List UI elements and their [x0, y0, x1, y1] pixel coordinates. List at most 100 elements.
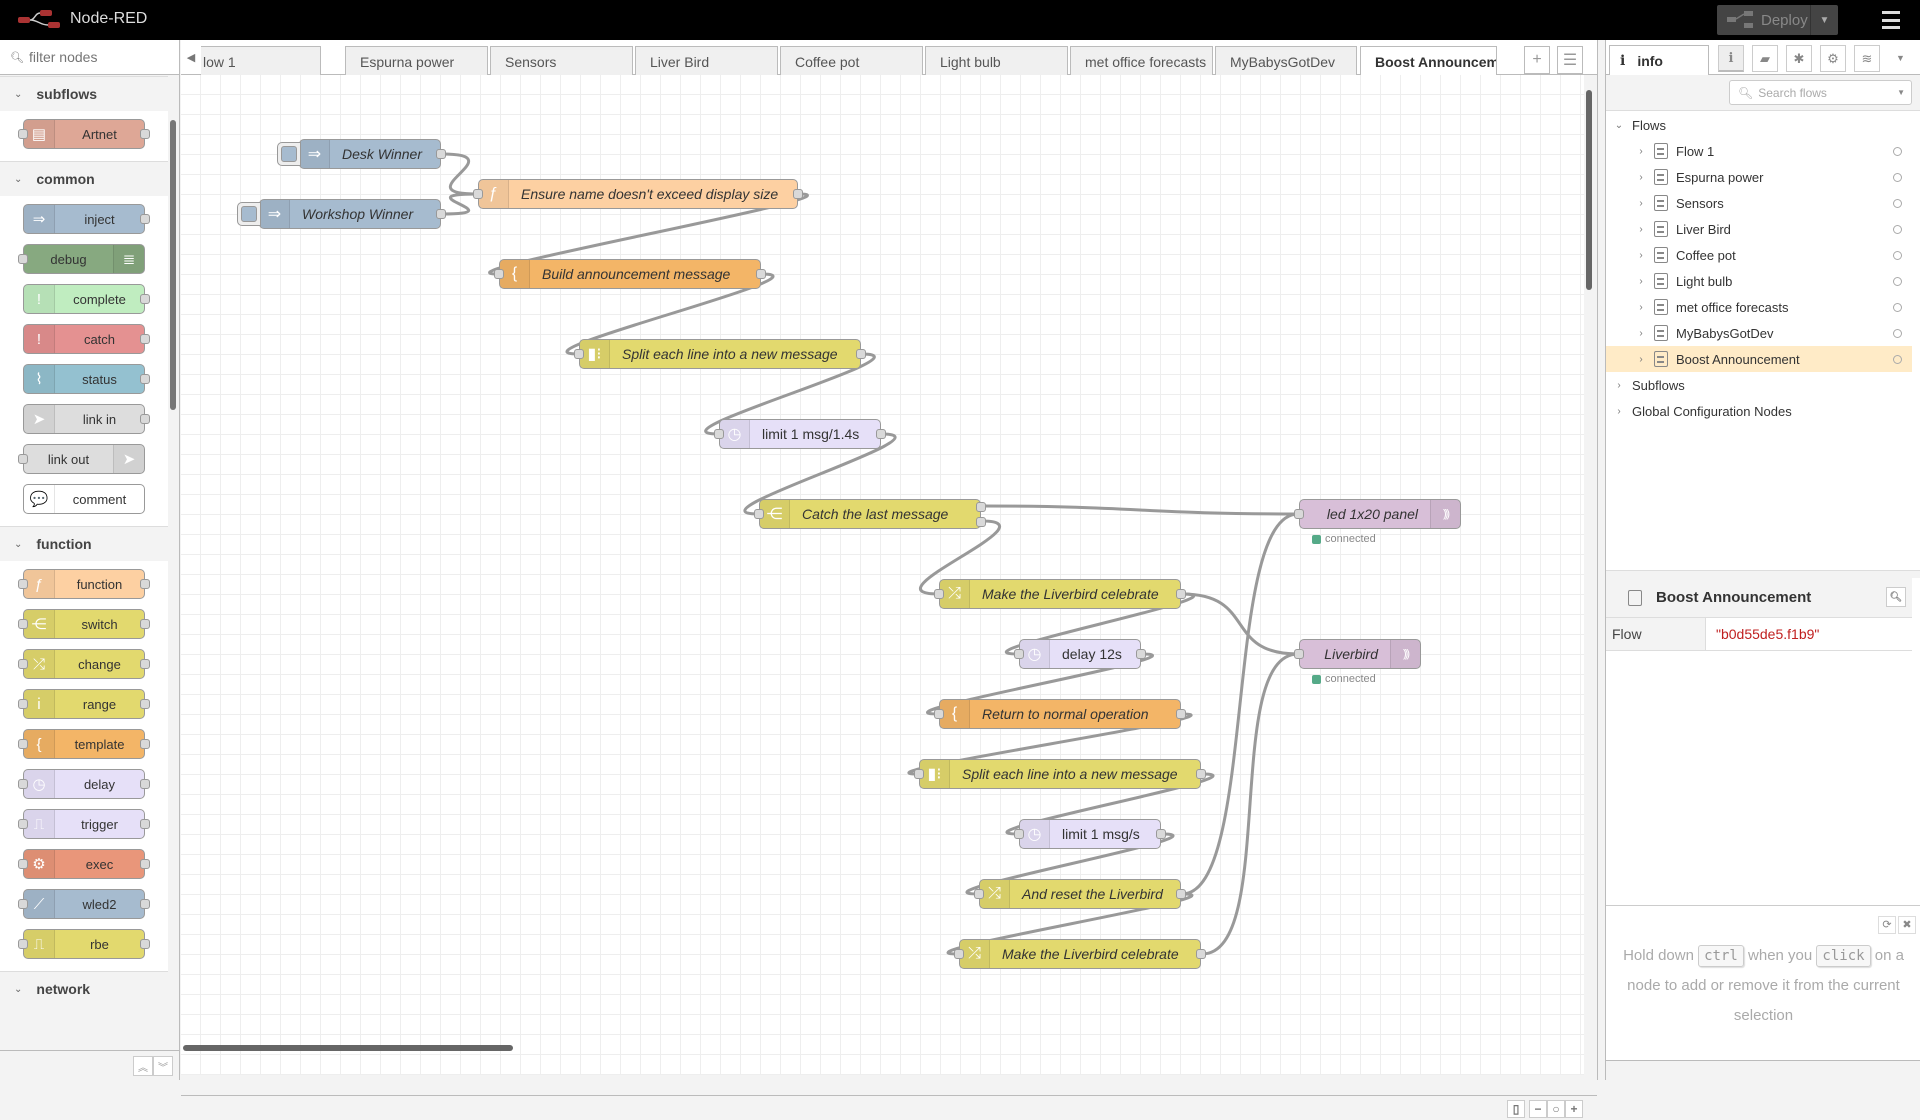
tree-flow-item[interactable]: › Light bulb	[1606, 268, 1912, 294]
flow-enabled-icon[interactable]	[1893, 198, 1902, 208]
tree-flow-item[interactable]: › Coffee pot	[1606, 242, 1912, 268]
palette-category-function[interactable]: ⌄ function	[0, 526, 168, 561]
chevron-right-icon[interactable]: ›	[1632, 328, 1650, 339]
flow-enabled-icon[interactable]	[1893, 172, 1902, 182]
palette-node-status[interactable]: ⌇ status	[23, 364, 150, 394]
input-port[interactable]	[914, 769, 924, 779]
flow-enabled-icon[interactable]	[1893, 250, 1902, 260]
tree-flow-item[interactable]: › Flow 1	[1606, 138, 1912, 164]
flow-node-template[interactable]: {Build announcement message	[494, 259, 766, 289]
flow-node-switch[interactable]: ⋲ Catch the last message	[754, 499, 986, 529]
zoom-reset-button[interactable]: ○	[1547, 1100, 1565, 1118]
palette-node-debug[interactable]: debug ≣	[18, 244, 145, 274]
palette-node-delay[interactable]: ◷ delay	[18, 769, 150, 799]
info-tab-button[interactable]: i	[1718, 45, 1744, 72]
palette-node-switch[interactable]: ⋲ switch	[18, 609, 150, 639]
output-port[interactable]	[436, 149, 446, 159]
flow-node-change[interactable]: ⤮ Make the Liverbird celebrate	[954, 939, 1206, 969]
context-tab-button[interactable]: ≋	[1854, 45, 1880, 72]
tab-scroll-left-icon[interactable]: ◀	[181, 40, 201, 74]
output-port[interactable]	[1176, 589, 1186, 599]
chevron-right-icon[interactable]: ›	[1632, 302, 1650, 313]
tree-flow-item[interactable]: › Liver Bird	[1606, 216, 1912, 242]
input-port[interactable]	[934, 709, 944, 719]
deploy-button[interactable]: Deploy ▼	[1717, 5, 1838, 35]
palette-category-common[interactable]: ⌄ common	[0, 161, 168, 196]
input-port[interactable]	[473, 189, 483, 199]
flow-node-template[interactable]: {Return to normal operation	[934, 699, 1186, 729]
find-in-workspace-button[interactable]: 🔍︎	[1886, 587, 1906, 607]
list-flows-button[interactable]: ☰	[1557, 46, 1583, 74]
palette-node-change[interactable]: ⤮ change	[18, 649, 150, 679]
palette-category-subflows[interactable]: ⌄ subflows	[0, 76, 168, 111]
output-port[interactable]	[793, 189, 803, 199]
chevron-right-icon[interactable]: ›	[1632, 224, 1650, 235]
output-port[interactable]	[1176, 709, 1186, 719]
chevron-right-icon[interactable]: ›	[1632, 172, 1650, 183]
inject-trigger-button[interactable]	[237, 202, 261, 226]
add-flow-button[interactable]: +	[1524, 46, 1550, 74]
input-port[interactable]	[1014, 649, 1024, 659]
chevron-right-icon[interactable]: ›	[1632, 198, 1650, 209]
flow-node-delay[interactable]: ◷ limit 1 msg/1.4s	[714, 419, 886, 449]
tree-flows-group[interactable]: ⌄ Flows	[1606, 112, 1912, 138]
tab-boost-announcem[interactable]: Boost Announcem	[1360, 46, 1497, 76]
output-port[interactable]	[976, 517, 986, 527]
output-port[interactable]	[856, 349, 866, 359]
tree-flow-item[interactable]: › Espurna power	[1606, 164, 1912, 190]
chevron-right-icon[interactable]: ›	[1632, 354, 1650, 365]
output-port[interactable]	[436, 209, 446, 219]
flow-node-change[interactable]: ⤮ Make the Liverbird celebrate	[934, 579, 1186, 609]
zoom-out-button[interactable]: −	[1529, 1100, 1547, 1118]
tree-flow-item[interactable]: › MyBabysGotDev	[1606, 320, 1912, 346]
tab-coffee-pot[interactable]: Coffee pot	[780, 46, 923, 75]
tab-met-office-forecasts[interactable]: met office forecasts	[1070, 46, 1213, 75]
navigator-map-icon[interactable]: ▯	[1507, 1100, 1525, 1118]
canvas-vertical-scrollbar[interactable]	[1586, 90, 1592, 290]
flow-enabled-icon[interactable]	[1893, 224, 1902, 234]
palette-node-function[interactable]: ƒ function	[18, 569, 150, 599]
input-port[interactable]	[1294, 509, 1304, 519]
chevron-down-icon[interactable]: ▼	[1897, 88, 1905, 97]
flow-node-inject[interactable]: ⇒ Workshop Winner	[237, 199, 446, 229]
canvas-horizontal-scrollbar[interactable]	[183, 1045, 513, 1051]
tree-subflows-group[interactable]: › Subflows	[1606, 372, 1912, 398]
search-flows-input[interactable]: 🔍︎ Search flows ▼	[1729, 80, 1912, 105]
palette-node-template[interactable]: {template	[18, 729, 150, 759]
chevron-right-icon[interactable]: ›	[1632, 250, 1650, 261]
help-tab-button[interactable]: ▰	[1752, 45, 1778, 72]
input-port[interactable]	[954, 949, 964, 959]
palette-node-link-in[interactable]: ➤ link in	[23, 404, 150, 434]
input-port[interactable]	[1014, 829, 1024, 839]
palette-node-comment[interactable]: 💬 comment	[23, 484, 145, 514]
flow-node-change[interactable]: ⤮ And reset the Liverbird	[974, 879, 1186, 909]
input-port[interactable]	[574, 349, 584, 359]
output-port[interactable]	[976, 502, 986, 512]
flow-node-delay[interactable]: ◷ limit 1 msg/s	[1014, 819, 1166, 849]
flow-enabled-icon[interactable]	[1893, 146, 1902, 156]
flow-node-split[interactable]: ▮⁝ Split each line into a new message	[914, 759, 1206, 789]
main-menu-button[interactable]	[1876, 9, 1906, 31]
refresh-tip-icon[interactable]: ⟳	[1878, 916, 1896, 934]
zoom-in-button[interactable]: +	[1565, 1100, 1583, 1118]
palette-node-exec[interactable]: ⚙ exec	[18, 849, 150, 879]
output-port[interactable]	[1136, 649, 1146, 659]
deploy-dropdown-caret-icon[interactable]: ▼	[1810, 5, 1838, 35]
sidebar-resize-handle[interactable]	[1597, 40, 1605, 1080]
output-port[interactable]	[756, 269, 766, 279]
tab-low-1[interactable]: low 1	[201, 46, 321, 75]
flow-node-mqtt-out[interactable]: led 1x20 panel))) connected	[1294, 499, 1461, 545]
flow-node-delay[interactable]: ◷ delay 12s	[1014, 639, 1146, 669]
flow-node-function[interactable]: ƒ Ensure name doesn't exceed display size	[473, 179, 803, 209]
info-panel-divider[interactable]	[1606, 570, 1920, 578]
wire[interactable]	[1181, 592, 1299, 656]
tab-sensors[interactable]: Sensors	[490, 46, 633, 75]
tab-light-bulb[interactable]: Light bulb	[925, 46, 1068, 75]
chevron-right-icon[interactable]: ›	[1632, 146, 1650, 157]
palette-node-link-out[interactable]: link out ➤	[18, 444, 145, 474]
flow-canvas[interactable]: ⇒ Desk Winner ⇒ Workshop Winner ƒ Ensure name…	[181, 75, 1584, 1075]
input-port[interactable]	[1294, 649, 1304, 659]
palette-node-Artnet[interactable]: ▤ Artnet	[18, 119, 150, 149]
tree-flow-item[interactable]: › Boost Announcement	[1606, 346, 1912, 372]
tree-flow-item[interactable]: › Sensors	[1606, 190, 1912, 216]
